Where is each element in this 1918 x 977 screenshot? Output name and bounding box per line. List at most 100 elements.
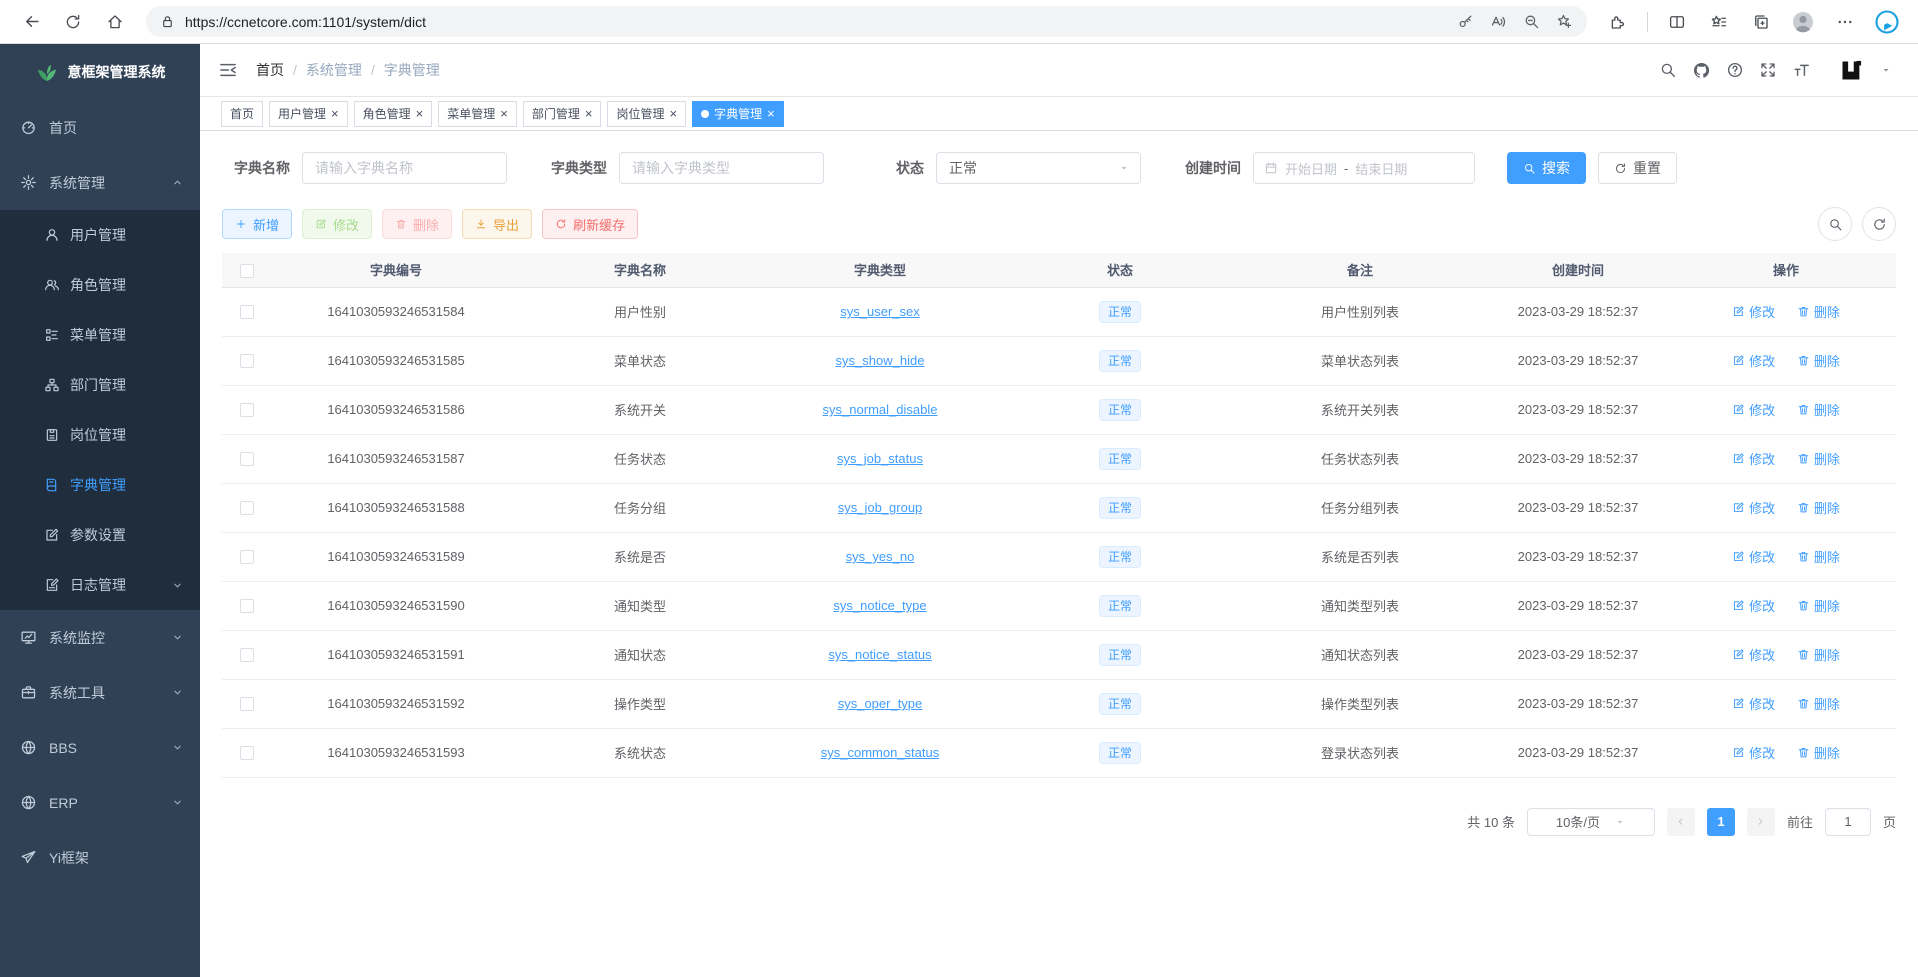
export-button[interactable]: 导出 <box>462 209 532 239</box>
row-edit-button[interactable]: 修改 <box>1732 645 1775 664</box>
tab-roles[interactable]: 角色管理× <box>354 101 433 127</box>
bing-chat-icon[interactable] <box>1870 5 1904 39</box>
row-edit-button[interactable]: 修改 <box>1732 694 1775 713</box>
sidebar-item-posts[interactable]: 岗位管理 <box>0 410 200 460</box>
address-bar[interactable]: https://ccnetcore.com:1101/system/dict <box>146 6 1587 37</box>
sidebar-item-params[interactable]: 参数设置 <box>0 510 200 560</box>
dict-type-link[interactable]: sys_oper_type <box>838 696 923 711</box>
date-range-picker[interactable]: 开始日期 - 结束日期 <box>1253 152 1475 184</box>
tab-close-icon[interactable]: × <box>500 107 508 120</box>
row-delete-button[interactable]: 删除 <box>1797 547 1840 566</box>
favorites-icon[interactable] <box>1702 5 1736 39</box>
row-checkbox[interactable] <box>240 403 254 417</box>
row-edit-button[interactable]: 修改 <box>1732 400 1775 419</box>
add-button[interactable]: 新增 <box>222 209 292 239</box>
sidebar-item-tools[interactable]: 系统工具 <box>0 665 200 720</box>
dict-type-link[interactable]: sys_user_sex <box>840 304 919 319</box>
row-checkbox[interactable] <box>240 354 254 368</box>
row-delete-button[interactable]: 删除 <box>1797 351 1840 370</box>
refresh-table-button[interactable] <box>1862 207 1896 241</box>
dict-type-link[interactable]: sys_common_status <box>821 745 940 760</box>
row-edit-button[interactable]: 修改 <box>1732 596 1775 615</box>
header-search-icon[interactable] <box>1659 61 1677 79</box>
sidebar-item-erp[interactable]: ERP <box>0 775 200 830</box>
row-delete-button[interactable]: 删除 <box>1797 694 1840 713</box>
sidebar-item-monitor[interactable]: 系统监控 <box>0 610 200 665</box>
sidebar-item-depts[interactable]: 部门管理 <box>0 360 200 410</box>
row-edit-button[interactable]: 修改 <box>1732 351 1775 370</box>
tab-depts[interactable]: 部门管理× <box>523 101 602 127</box>
row-checkbox[interactable] <box>240 305 254 319</box>
add-favorite-icon[interactable] <box>1556 13 1573 30</box>
row-checkbox[interactable] <box>240 697 254 711</box>
user-logo-avatar[interactable] <box>1838 57 1865 84</box>
user-menu-caret-icon[interactable] <box>1880 64 1892 76</box>
search-button[interactable]: 搜索 <box>1507 152 1586 184</box>
sidebar-item-bbs[interactable]: BBS <box>0 720 200 775</box>
dict-type-link[interactable]: sys_job_group <box>838 500 923 515</box>
row-checkbox[interactable] <box>240 648 254 662</box>
page-number-1[interactable]: 1 <box>1707 808 1735 836</box>
tab-dict-active[interactable]: 字典管理× <box>692 101 784 127</box>
dict-type-link[interactable]: sys_yes_no <box>846 549 915 564</box>
row-checkbox[interactable] <box>240 746 254 760</box>
dict-type-input[interactable] <box>619 152 824 184</box>
sidebar-item-logs[interactable]: 日志管理 <box>0 560 200 610</box>
reset-button[interactable]: 重置 <box>1598 152 1677 184</box>
breadcrumb-home[interactable]: 首页 <box>256 60 284 80</box>
edit-button-disabled[interactable]: 修改 <box>302 209 372 239</box>
sidebar-item-system[interactable]: 系统管理 <box>0 155 200 210</box>
tab-menus[interactable]: 菜单管理× <box>438 101 517 127</box>
row-edit-button[interactable]: 修改 <box>1732 302 1775 321</box>
collections-icon[interactable] <box>1744 5 1778 39</box>
browser-back-button[interactable] <box>14 5 48 39</box>
row-delete-button[interactable]: 删除 <box>1797 302 1840 321</box>
row-delete-button[interactable]: 删除 <box>1797 596 1840 615</box>
row-checkbox[interactable] <box>240 550 254 564</box>
row-delete-button[interactable]: 删除 <box>1797 400 1840 419</box>
help-icon[interactable] <box>1726 61 1744 79</box>
row-edit-button[interactable]: 修改 <box>1732 498 1775 517</box>
extensions-icon[interactable] <box>1601 5 1635 39</box>
password-key-icon[interactable] <box>1457 13 1474 30</box>
sidebar-collapse-icon[interactable] <box>218 60 238 80</box>
select-all-checkbox[interactable] <box>240 264 254 278</box>
tab-home[interactable]: 首页 <box>221 101 263 127</box>
sidebar-item-roles[interactable]: 角色管理 <box>0 260 200 310</box>
font-size-icon[interactable] <box>1792 61 1811 80</box>
row-delete-button[interactable]: 删除 <box>1797 498 1840 517</box>
dict-type-link[interactable]: sys_normal_disable <box>823 402 938 417</box>
tab-close-icon[interactable]: × <box>416 107 424 120</box>
row-delete-button[interactable]: 删除 <box>1797 645 1840 664</box>
fullscreen-icon[interactable] <box>1759 61 1777 79</box>
toggle-search-button[interactable] <box>1818 207 1852 241</box>
zoom-out-icon[interactable] <box>1523 13 1540 30</box>
dict-name-input[interactable] <box>302 152 507 184</box>
page-size-select[interactable]: 10条/页 <box>1527 808 1655 836</box>
sidebar-item-home[interactable]: 首页 <box>0 100 200 155</box>
tab-users[interactable]: 用户管理× <box>269 101 348 127</box>
next-page-button[interactable] <box>1747 808 1775 836</box>
tab-close-icon[interactable]: × <box>767 107 775 120</box>
browser-home-button[interactable] <box>98 5 132 39</box>
sidebar-item-dict[interactable]: 字典管理 <box>0 460 200 510</box>
github-icon[interactable] <box>1692 61 1711 80</box>
tab-close-icon[interactable]: × <box>331 107 339 120</box>
read-aloud-icon[interactable] <box>1490 13 1507 30</box>
tab-close-icon[interactable]: × <box>669 107 677 120</box>
row-checkbox[interactable] <box>240 501 254 515</box>
row-delete-button[interactable]: 删除 <box>1797 743 1840 762</box>
split-screen-icon[interactable] <box>1660 5 1694 39</box>
profile-avatar[interactable] <box>1786 5 1820 39</box>
browser-refresh-button[interactable] <box>56 5 90 39</box>
row-checkbox[interactable] <box>240 452 254 466</box>
status-select[interactable]: 正常 <box>936 152 1141 184</box>
dict-type-link[interactable]: sys_notice_status <box>828 647 931 662</box>
browser-menu-icon[interactable] <box>1828 5 1862 39</box>
goto-page-input[interactable] <box>1825 808 1871 836</box>
sidebar-item-yi[interactable]: Yi框架 <box>0 830 200 885</box>
row-edit-button[interactable]: 修改 <box>1732 449 1775 468</box>
delete-button-disabled[interactable]: 删除 <box>382 209 452 239</box>
sidebar-item-menus[interactable]: 菜单管理 <box>0 310 200 360</box>
row-delete-button[interactable]: 删除 <box>1797 449 1840 468</box>
